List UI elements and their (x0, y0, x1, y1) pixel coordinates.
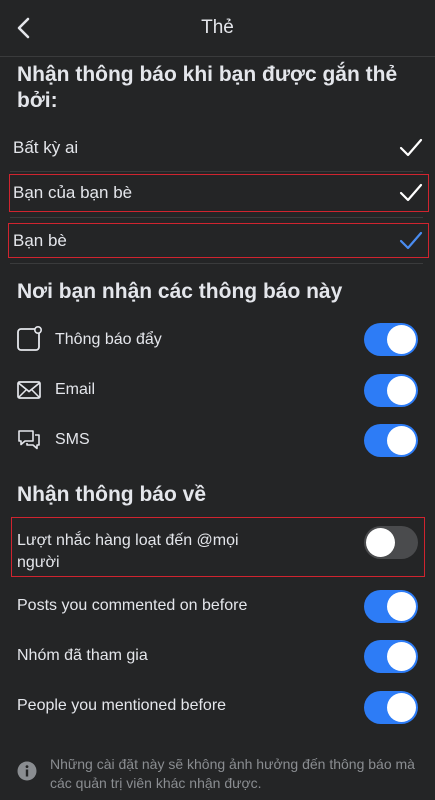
option-friends-of-friends[interactable]: Bạn của bạn bè (0, 173, 435, 213)
section-title-channels: Nơi bạn nhận các thông báo này (17, 280, 343, 303)
toggle-knob (387, 376, 416, 405)
divider (10, 217, 423, 218)
divider (10, 263, 423, 264)
posts-commented-toggle[interactable] (364, 590, 418, 623)
groups-joined-toggle[interactable] (364, 640, 418, 673)
toggle-knob (387, 426, 416, 455)
toggle-knob (387, 693, 416, 722)
notify-groups-joined-row: Nhóm đã tham gia (0, 635, 435, 679)
sms-toggle[interactable] (364, 424, 418, 457)
channel-label: SMS (55, 431, 90, 448)
toggle-knob (387, 325, 416, 354)
option-label: Bất kỳ ai (13, 138, 79, 157)
checkmark-icon (399, 183, 423, 202)
notify-mass-mentions-row: Lượt nhắc hàng loạt đến @mọi người (0, 520, 435, 576)
option-label: Bạn của bạn bè (13, 183, 133, 202)
toggle-knob (387, 592, 416, 621)
channel-email-row: Email (0, 368, 435, 412)
notify-label: Posts you commented on before (17, 597, 248, 614)
footer-text-line2: các quản trị viên khác nhận được. (50, 775, 262, 791)
notify-posts-commented-row: Posts you commented on before (0, 585, 435, 629)
mass-mentions-toggle[interactable] (364, 526, 418, 559)
divider (10, 171, 423, 172)
email-toggle[interactable] (364, 374, 418, 407)
page-title: Thẻ (201, 17, 234, 38)
envelope-icon (17, 381, 41, 399)
footer-text-line1: Những cài đặt này sẽ không ảnh hưởng đến… (50, 756, 415, 772)
section-title-tagged-by: Nhận thông báo khi bạn được gắn thẻ bởi: (17, 63, 398, 112)
toggle-knob (366, 528, 395, 557)
top-bar: Thẻ (0, 0, 435, 57)
channel-sms-row: SMS (0, 418, 435, 462)
push-notification-icon (17, 326, 42, 351)
notify-label: Nhóm đã tham gia (17, 647, 148, 664)
notify-label-line1: Lượt nhắc hàng loạt đến @mọi (17, 532, 239, 549)
push-toggle[interactable] (364, 323, 418, 356)
notify-people-mentioned-row: People you mentioned before (0, 686, 435, 730)
toggle-knob (387, 642, 416, 671)
option-label: Bạn bè (13, 231, 67, 250)
chat-bubbles-icon (18, 430, 40, 450)
option-friends[interactable]: Bạn bè (0, 221, 435, 261)
channel-push-row: Thông báo đẩy (0, 318, 435, 362)
notify-label: People you mentioned before (17, 697, 227, 714)
notify-label-line2: người (17, 554, 60, 571)
section-title-notify-about: Nhận thông báo về (17, 483, 206, 506)
checkmark-icon (399, 138, 423, 157)
channel-label: Thông báo đẩy (55, 331, 162, 348)
footer-note: Những cài đặt này sẽ không ảnh hưởng đến… (0, 752, 435, 796)
channel-label: Email (55, 381, 96, 398)
info-icon (17, 761, 37, 781)
option-anyone[interactable]: Bất kỳ ai (0, 126, 435, 170)
checkmark-icon (399, 231, 423, 250)
people-mentioned-toggle[interactable] (364, 691, 418, 724)
